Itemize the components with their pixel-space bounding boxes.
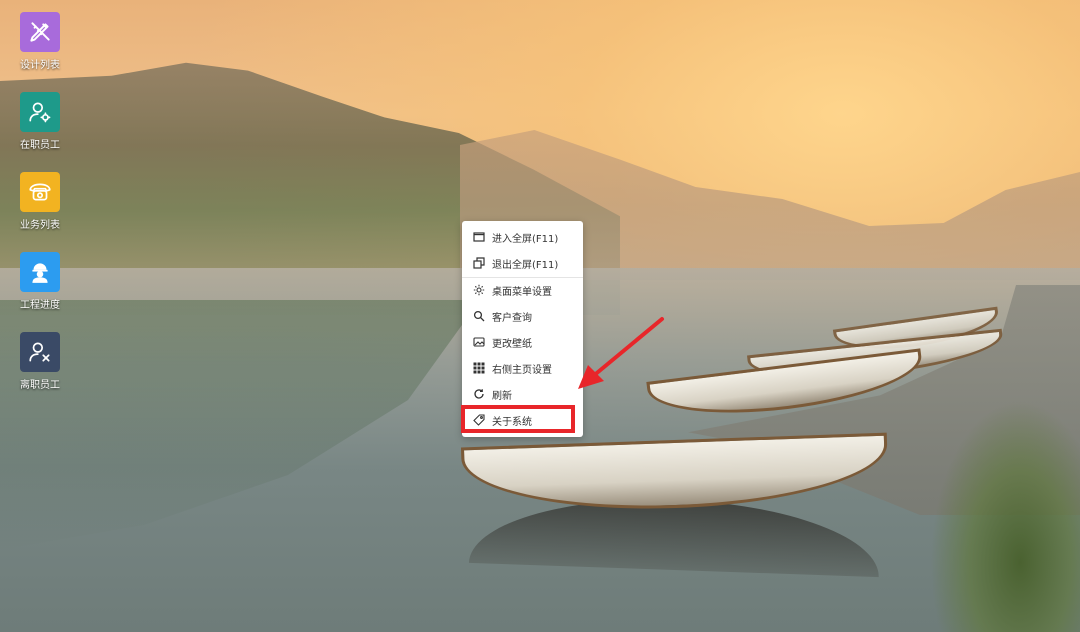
telephone-icon <box>20 172 60 212</box>
desktop-icon-project-progress[interactable]: 工程进度 <box>12 252 68 318</box>
menu-item-label: 退出全屏(F11) <box>492 259 559 271</box>
search-icon <box>473 310 485 322</box>
grid-icon <box>473 362 485 374</box>
desktop-icon-label: 离职员工 <box>20 380 60 391</box>
window-restore-icon <box>473 257 485 269</box>
menu-item-label: 更改壁纸 <box>492 338 532 350</box>
desktop[interactable]: 设计列表 在职员工 业务列表 工程进度 离职员工 进入全屏(F11) 退出全屏(… <box>0 0 1080 632</box>
menu-item-label: 右侧主页设置 <box>492 364 552 376</box>
desktop-icon-column: 设计列表 在职员工 业务列表 工程进度 离职员工 <box>0 0 80 400</box>
desktop-icon-former-staff[interactable]: 离职员工 <box>12 332 68 398</box>
menu-item-label: 进入全屏(F11) <box>492 233 559 245</box>
refresh-icon <box>473 388 485 400</box>
desktop-icon-design-list[interactable]: 设计列表 <box>12 12 68 78</box>
window-maximize-icon <box>473 231 485 243</box>
menu-item-exit-fullscreen[interactable]: 退出全屏(F11) <box>462 250 583 276</box>
annotation-highlight-box <box>461 405 575 433</box>
gear-icon <box>473 284 485 296</box>
menu-item-desktop-menu-settings[interactable]: 桌面菜单设置 <box>462 277 583 303</box>
menu-item-right-homepage-settings[interactable]: 右侧主页设置 <box>462 355 583 381</box>
menu-item-label: 桌面菜单设置 <box>492 286 552 298</box>
worker-icon <box>20 252 60 292</box>
desktop-icon-business-list[interactable]: 业务列表 <box>12 172 68 238</box>
user-remove-icon <box>20 332 60 372</box>
desktop-icon-label: 工程进度 <box>20 300 60 311</box>
desktop-icon-label: 业务列表 <box>20 220 60 231</box>
desktop-icon-label: 设计列表 <box>20 60 60 71</box>
pencil-ruler-icon <box>20 12 60 52</box>
menu-item-enter-fullscreen[interactable]: 进入全屏(F11) <box>462 224 583 250</box>
annotation-arrow-icon <box>578 317 664 389</box>
desktop-icon-active-staff[interactable]: 在职员工 <box>12 92 68 158</box>
desktop-icon-label: 在职员工 <box>20 140 60 151</box>
image-icon <box>473 336 485 348</box>
user-gear-icon <box>20 92 60 132</box>
wallpaper-grass <box>930 400 1080 632</box>
menu-item-refresh[interactable]: 刷新 <box>462 381 583 407</box>
menu-item-label: 客户查询 <box>492 312 532 324</box>
menu-item-customer-search[interactable]: 客户查询 <box>462 303 583 329</box>
menu-item-change-wallpaper[interactable]: 更改壁纸 <box>462 329 583 355</box>
menu-item-label: 刷新 <box>492 390 512 402</box>
